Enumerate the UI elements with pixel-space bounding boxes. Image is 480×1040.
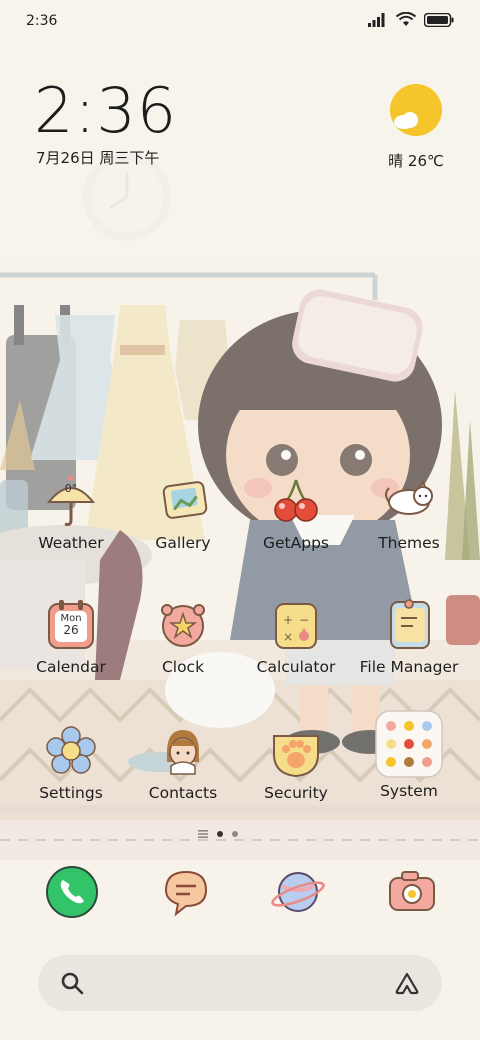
app-label: Clock	[161, 658, 205, 676]
weather-widget[interactable]: 晴 26℃	[384, 84, 448, 171]
clock-widget-time[interactable]: 2:36	[34, 78, 177, 144]
calendar-day: 26	[63, 623, 79, 637]
gallery-icon	[153, 472, 213, 532]
app-label: System	[380, 782, 438, 800]
app-clock[interactable]: Clock	[128, 596, 238, 676]
app-label: Calendar	[36, 658, 106, 676]
battery-icon	[424, 12, 454, 27]
cherry-icon	[266, 472, 326, 532]
app-weather[interactable]: 0° Weather	[16, 472, 126, 552]
clock-star-icon	[153, 596, 213, 656]
contacts-icon	[153, 722, 213, 782]
app-file-manager[interactable]: File Manager	[354, 596, 464, 676]
camera-icon	[389, 871, 435, 911]
signal-icon	[368, 12, 385, 27]
app-label: Calculator	[256, 658, 336, 676]
app-themes[interactable]: Themes	[354, 472, 464, 552]
app-label: File Manager	[359, 658, 459, 676]
phone-icon	[46, 866, 98, 918]
app-settings[interactable]: Settings	[16, 722, 126, 802]
app-label: Contacts	[148, 784, 218, 802]
dock-phone[interactable]	[44, 864, 100, 920]
clock-widget-date[interactable]: 7月26日 周三下午	[36, 147, 159, 168]
app-label: Themes	[378, 534, 440, 552]
svg-text:×: ×	[283, 630, 293, 644]
search-bar[interactable]	[38, 955, 442, 1011]
weather-icon: 0°	[41, 472, 101, 532]
calculator-icon: + − ×	[266, 596, 326, 656]
status-icons	[368, 12, 454, 27]
svg-text:−: −	[299, 613, 309, 627]
list-page-icon	[198, 830, 208, 838]
app-label: Gallery	[155, 534, 211, 552]
app-label: GetApps	[263, 534, 329, 552]
weather-badge: 0°	[64, 482, 78, 495]
assistant-icon[interactable]	[394, 971, 420, 995]
flower-gear-icon	[41, 722, 101, 782]
file-manager-icon	[379, 596, 439, 656]
app-label: Settings	[39, 784, 103, 802]
app-folder-system[interactable]: System	[354, 710, 464, 800]
app-gallery[interactable]: Gallery	[128, 472, 238, 552]
paw-icon	[266, 722, 326, 782]
folder-icon	[375, 710, 443, 778]
sunny-weather-icon	[390, 84, 442, 136]
dock-browser[interactable]	[270, 864, 326, 920]
app-calculator[interactable]: + − × Calculator	[241, 596, 351, 676]
cat-icon	[379, 472, 439, 532]
app-getapps[interactable]: GetApps	[241, 472, 351, 552]
wifi-icon	[396, 12, 416, 26]
app-label: Weather	[38, 534, 104, 552]
app-label: Security	[264, 784, 328, 802]
dock-camera[interactable]	[384, 864, 440, 920]
status-time: 2:36	[26, 13, 58, 29]
page-indicator[interactable]	[198, 830, 238, 838]
weather-text: 晴 26℃	[388, 152, 444, 170]
browser-planet-icon	[271, 872, 325, 912]
status-bar: 2:36	[0, 0, 480, 44]
svg-text:+: +	[283, 613, 293, 627]
calendar-icon: Mon 26	[41, 596, 101, 656]
page-dot	[232, 831, 238, 837]
app-calendar[interactable]: Mon 26 Calendar	[16, 596, 126, 676]
app-contacts[interactable]: Contacts	[128, 722, 238, 802]
messages-icon	[164, 870, 208, 917]
search-icon	[61, 972, 84, 995]
app-security[interactable]: Security	[241, 722, 351, 802]
page-dot-active	[217, 831, 223, 837]
dock-messages[interactable]	[158, 864, 214, 920]
